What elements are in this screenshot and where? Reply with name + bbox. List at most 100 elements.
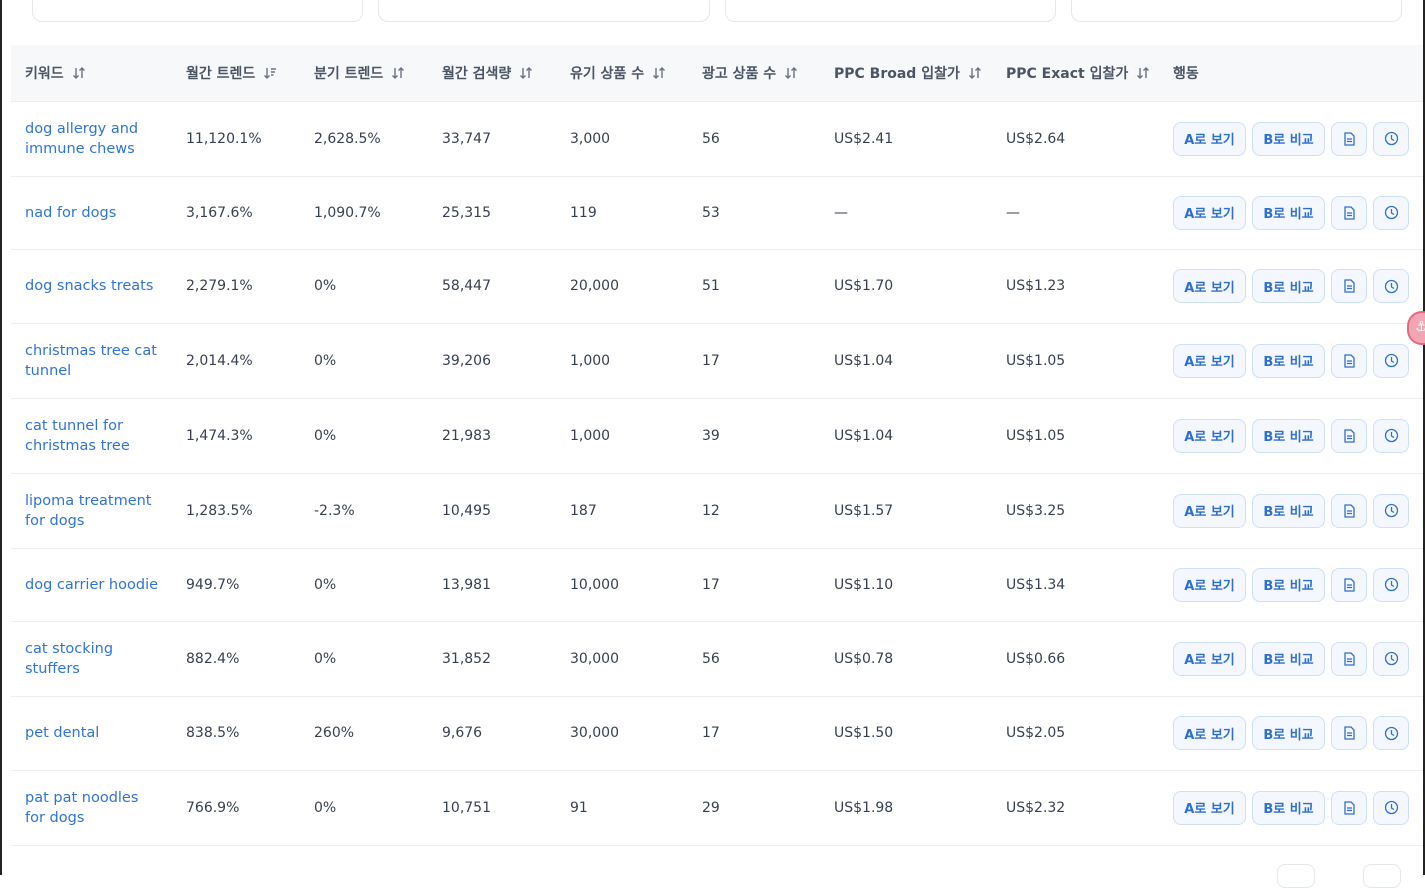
document-icon[interactable] xyxy=(1331,716,1367,750)
clock-icon[interactable] xyxy=(1373,343,1409,378)
ppc-broad-cell: US$2.41 xyxy=(834,130,894,147)
keyword-link[interactable]: dog snacks treats xyxy=(25,276,172,296)
document-icon[interactable] xyxy=(1331,195,1367,230)
keyword-link[interactable]: pet dental xyxy=(25,723,172,743)
filter-field-4[interactable] xyxy=(1070,0,1402,22)
table-row: pet dental 838.5% 260% 9,676 30,000 17 US$1.50… xyxy=(11,696,1423,770)
sort-icon[interactable] xyxy=(1136,66,1150,82)
compare-as-b-button[interactable]: B로 비교 xyxy=(1252,343,1325,378)
actions-cell: A로 보기 B로 비교 xyxy=(1159,398,1423,473)
view-as-a-button[interactable]: A로 보기 xyxy=(1173,790,1246,825)
table-row: dog snacks treats 2,279.1% 0% 58,447 20,000 5… xyxy=(11,249,1423,323)
ppc-exact-cell: US$1.34 xyxy=(1006,576,1066,593)
ads-cell: 17 xyxy=(702,576,720,593)
sort-icon[interactable] xyxy=(968,66,982,82)
document-icon[interactable] xyxy=(1331,121,1367,156)
view-as-a-button[interactable]: A로 보기 xyxy=(1173,418,1246,453)
compare-as-b-button[interactable]: B로 비교 xyxy=(1252,269,1325,303)
keyword-link[interactable]: lipoma treatment for dogs xyxy=(25,491,172,531)
compare-as-b-button[interactable]: B로 비교 xyxy=(1252,195,1325,230)
column-header-5[interactable]: 광고 상품 수 xyxy=(688,45,820,102)
keyword-cell: nad for dogs xyxy=(11,176,172,249)
compare-as-b-button[interactable]: B로 비교 xyxy=(1252,121,1325,156)
pagination-next[interactable] xyxy=(1363,864,1401,888)
column-header-1[interactable]: 월간 트렌드 xyxy=(172,45,300,102)
compare-as-b-button[interactable]: B로 비교 xyxy=(1252,418,1325,453)
table-row: pat pat noodles for dogs 766.9% 0% 10,751 91… xyxy=(11,770,1423,845)
monthly-trend-cell: 882.4% xyxy=(186,650,240,667)
clock-icon[interactable] xyxy=(1373,418,1409,453)
clock-icon[interactable] xyxy=(1373,195,1409,230)
view-as-a-button[interactable]: A로 보기 xyxy=(1173,195,1246,230)
column-header-7[interactable]: PPC Exact 입찰가 xyxy=(992,45,1159,102)
clock-icon[interactable] xyxy=(1373,567,1409,602)
compare-as-b-button[interactable]: B로 비교 xyxy=(1252,716,1325,750)
compare-as-b-button[interactable]: B로 비교 xyxy=(1252,641,1325,676)
pagination-prev[interactable] xyxy=(1277,864,1315,888)
compare-as-b-button[interactable]: B로 비교 xyxy=(1252,790,1325,825)
document-icon[interactable] xyxy=(1331,790,1367,825)
clock-icon[interactable] xyxy=(1373,641,1409,676)
table-row: nad for dogs 3,167.6% 1,090.7% 25,315 119 53 —… xyxy=(11,176,1423,249)
monthly-trend-cell: 1,283.5% xyxy=(186,502,253,519)
keyword-link[interactable]: pat pat noodles for dogs xyxy=(25,788,172,828)
keyword-link[interactable]: cat stocking stuffers xyxy=(25,639,172,679)
clock-icon[interactable] xyxy=(1373,493,1409,528)
compare-as-b-button[interactable]: B로 비교 xyxy=(1252,493,1325,528)
organic-cell: 30,000 xyxy=(570,650,619,667)
column-header-6[interactable]: PPC Broad 입찰가 xyxy=(820,45,992,102)
column-header-8: 행동 xyxy=(1159,45,1423,102)
keyword-link[interactable]: nad for dogs xyxy=(25,203,172,223)
row-actions: A로 보기 B로 비교 xyxy=(1173,269,1423,303)
document-icon[interactable] xyxy=(1331,343,1367,378)
keyword-cell: christmas tree cat tunnel xyxy=(11,323,172,398)
clock-icon[interactable] xyxy=(1373,790,1409,825)
column-header-0[interactable]: 키워드 xyxy=(11,45,172,102)
filter-field-2[interactable] xyxy=(378,0,710,22)
document-icon[interactable] xyxy=(1331,641,1367,676)
quarterly-trend-cell: 0% xyxy=(314,352,337,369)
document-icon[interactable] xyxy=(1331,418,1367,453)
view-as-a-button[interactable]: A로 보기 xyxy=(1173,343,1246,378)
column-header-2[interactable]: 분기 트렌드 xyxy=(300,45,428,102)
view-as-a-button[interactable]: A로 보기 xyxy=(1173,269,1246,303)
filter-field-3[interactable] xyxy=(724,0,1056,22)
column-header-label: 월간 검색량 xyxy=(442,65,512,82)
view-as-a-button[interactable]: A로 보기 xyxy=(1173,121,1246,156)
clock-icon[interactable] xyxy=(1373,716,1409,750)
view-as-a-button[interactable]: A로 보기 xyxy=(1173,716,1246,750)
sort-icon[interactable] xyxy=(519,66,533,82)
quarterly-trend-cell: 0% xyxy=(314,799,337,816)
view-as-a-button[interactable]: A로 보기 xyxy=(1173,641,1246,676)
keyword-link[interactable]: dog carrier hoodie xyxy=(25,575,172,595)
keyword-cell: cat stocking stuffers xyxy=(11,621,172,696)
clock-icon[interactable] xyxy=(1373,121,1409,156)
monthly-search-cell: 10,751 xyxy=(442,799,491,816)
monthly-search-cell: 21,983 xyxy=(442,427,491,444)
keyword-link[interactable]: christmas tree cat tunnel xyxy=(25,341,172,381)
monthly-trend-cell: 2,014.4% xyxy=(186,352,253,369)
document-icon[interactable] xyxy=(1331,493,1367,528)
column-header-3[interactable]: 월간 검색량 xyxy=(428,45,556,102)
sort-icon[interactable] xyxy=(391,66,405,82)
keyword-link[interactable]: cat tunnel for christmas tree xyxy=(25,416,172,456)
clock-icon[interactable] xyxy=(1373,269,1409,303)
column-header-4[interactable]: 유기 상품 수 xyxy=(556,45,688,102)
compare-as-b-button[interactable]: B로 비교 xyxy=(1252,567,1325,602)
sort-icon[interactable] xyxy=(652,66,666,82)
view-as-a-button[interactable]: A로 보기 xyxy=(1173,567,1246,602)
sort-icon[interactable] xyxy=(72,66,86,82)
sort-icon[interactable] xyxy=(784,66,798,82)
app-frame: 키워드 월간 트렌드 분기 트렌드 월간 검색량 유기 상품 수 광고 상품 수 PPC B… xyxy=(0,0,1425,888)
monthly-search-cell: 10,495 xyxy=(442,502,491,519)
document-icon[interactable] xyxy=(1331,567,1367,602)
organic-cell: 20,000 xyxy=(570,278,619,294)
filter-field-1[interactable] xyxy=(32,0,364,22)
keyword-link[interactable]: dog allergy and immune chews xyxy=(25,119,172,159)
column-header-label: 유기 상품 수 xyxy=(570,65,645,82)
monthly-trend-cell: 766.9% xyxy=(186,799,240,816)
document-icon[interactable] xyxy=(1331,269,1367,303)
view-as-a-button[interactable]: A로 보기 xyxy=(1173,493,1246,528)
ppc-broad-cell: US$1.04 xyxy=(834,427,894,444)
sort-desc-icon[interactable] xyxy=(263,66,277,82)
